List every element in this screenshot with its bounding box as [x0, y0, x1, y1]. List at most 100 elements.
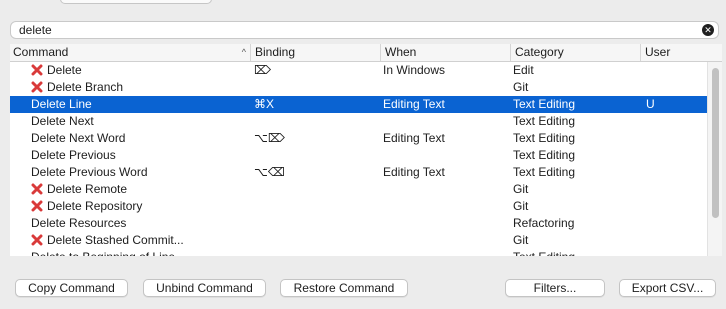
- when-cell: [383, 232, 503, 249]
- category-cell: Git: [513, 80, 529, 94]
- binding-cell: ⌥⌫: [254, 165, 285, 179]
- error-x-icon: [31, 183, 43, 195]
- command-cell: Delete Line: [31, 96, 246, 113]
- column-header-user[interactable]: User: [640, 44, 722, 61]
- command-cell: Delete Previous: [31, 147, 246, 164]
- command-name: Delete Line: [31, 97, 92, 111]
- table-row[interactable]: Delete Previous Word ⌥⌫ Editing Text Text E…: [10, 164, 707, 181]
- category-cell: Refactoring: [513, 216, 575, 230]
- command-name: Delete Branch: [47, 80, 124, 94]
- table-body: Delete ⌦ In Windows Edit Delete Branch Git Del…: [10, 62, 707, 256]
- table-row[interactable]: Delete Stashed Commit... Git: [10, 232, 707, 249]
- error-x-icon: [31, 200, 43, 212]
- when-cell: [383, 249, 503, 256]
- restore-command-button[interactable]: Restore Command: [280, 279, 408, 297]
- table-row[interactable]: Delete Next Text Editing: [10, 113, 707, 130]
- binding-cell: [254, 215, 374, 232]
- user-cell: [646, 79, 686, 96]
- table-header: Command ^ Binding When Category User: [10, 44, 722, 62]
- user-cell: [646, 62, 686, 79]
- command-name: Delete to Beginning of Line: [31, 250, 175, 256]
- table-row[interactable]: Delete Resources Refactoring: [10, 215, 707, 232]
- user-cell: [646, 232, 686, 249]
- toolbar-edge: [60, 0, 212, 4]
- command-cell: Delete: [31, 62, 246, 79]
- column-header-binding[interactable]: Binding: [250, 44, 380, 61]
- table-row[interactable]: Delete Previous Text Editing: [10, 147, 707, 164]
- sort-ascending-icon: ^: [241, 47, 246, 57]
- user-cell: [646, 198, 686, 215]
- command-cell: Delete Remote: [31, 181, 246, 198]
- column-label: When: [385, 45, 417, 59]
- filters-button[interactable]: Filters...: [505, 279, 605, 297]
- error-x-icon: [31, 64, 43, 76]
- command-cell: Delete Stashed Commit...: [31, 232, 246, 249]
- category-cell: Edit: [513, 63, 534, 77]
- error-x-icon: [31, 234, 43, 246]
- binding-cell: [254, 113, 374, 130]
- column-header-category[interactable]: Category: [510, 44, 640, 61]
- command-name: Delete Repository: [47, 199, 143, 213]
- command-name: Delete: [47, 63, 82, 77]
- clear-search-icon[interactable]: ✕: [702, 24, 714, 36]
- category-cell: Text Editing: [513, 249, 638, 256]
- user-cell: [646, 164, 686, 181]
- table-row[interactable]: Delete Branch Git: [10, 79, 707, 96]
- error-x-icon: [31, 81, 43, 93]
- category-cell: Git: [513, 233, 529, 247]
- category-cell: Text Editing: [513, 114, 576, 128]
- category-cell: Text Editing: [513, 97, 576, 111]
- binding-cell: [254, 147, 374, 164]
- column-header-command[interactable]: Command ^: [10, 44, 250, 61]
- when-cell: [383, 79, 503, 96]
- when-cell: [383, 198, 503, 215]
- table-row[interactable]: Delete Next Word ⌥⌦ Editing Text Text Editi…: [10, 130, 707, 147]
- column-label: User: [645, 45, 671, 59]
- binding-cell: [254, 79, 374, 96]
- search-input[interactable]: [19, 23, 689, 37]
- command-name: Delete Stashed Commit...: [47, 233, 184, 247]
- user-cell: [646, 215, 686, 232]
- command-cell: Delete Next: [31, 113, 246, 130]
- column-label: Binding: [255, 45, 296, 59]
- when-cell: [383, 181, 503, 198]
- command-name: Delete Previous Word: [31, 165, 148, 179]
- user-cell: [646, 181, 686, 198]
- binding-cell: ⌘X: [254, 97, 275, 111]
- binding-cell: [254, 181, 374, 198]
- when-cell: Editing Text: [383, 131, 445, 145]
- export-csv-button[interactable]: Export CSV...: [619, 279, 716, 297]
- user-cell: [646, 130, 686, 147]
- when-cell: [383, 215, 503, 232]
- unbind-command-button[interactable]: Unbind Command: [143, 279, 266, 297]
- table-row[interactable]: Delete ⌦ In Windows Edit: [10, 62, 707, 79]
- table-row[interactable]: Delete Remote Git: [10, 181, 707, 198]
- search-field[interactable]: ✕: [10, 21, 719, 39]
- user-cell: [646, 113, 686, 130]
- command-name: Delete Next Word: [31, 131, 126, 145]
- when-cell: In Windows: [383, 63, 446, 77]
- category-cell: Text Editing: [513, 165, 576, 179]
- when-cell: [383, 113, 503, 130]
- keybindings-table: Command ^ Binding When Category User Del…: [10, 44, 722, 256]
- binding-cell: ⌥⌦: [254, 131, 285, 145]
- vertical-scrollbar[interactable]: [707, 62, 722, 256]
- command-name: Delete Next: [31, 114, 94, 128]
- command-cell: Delete to Beginning of Line: [31, 249, 246, 256]
- user-cell: [646, 249, 686, 256]
- command-cell: Delete Previous Word: [31, 164, 246, 181]
- user-cell: U: [646, 97, 655, 111]
- when-cell: Editing Text: [383, 97, 445, 111]
- when-cell: [383, 147, 503, 164]
- category-cell: Text Editing: [513, 131, 576, 145]
- column-header-when[interactable]: When: [380, 44, 510, 61]
- category-cell: Text Editing: [513, 148, 576, 162]
- scrollbar-thumb[interactable]: [712, 68, 719, 218]
- table-row[interactable]: Delete to Beginning of Line Text Editing: [10, 249, 707, 256]
- copy-command-button[interactable]: Copy Command: [15, 279, 128, 297]
- table-row[interactable]: Delete Repository Git: [10, 198, 707, 215]
- user-cell: [646, 147, 686, 164]
- table-row[interactable]: Delete Line ⌘X Editing Text Text Editing U: [10, 96, 707, 113]
- column-label: Command: [13, 45, 69, 59]
- binding-cell: [254, 198, 374, 215]
